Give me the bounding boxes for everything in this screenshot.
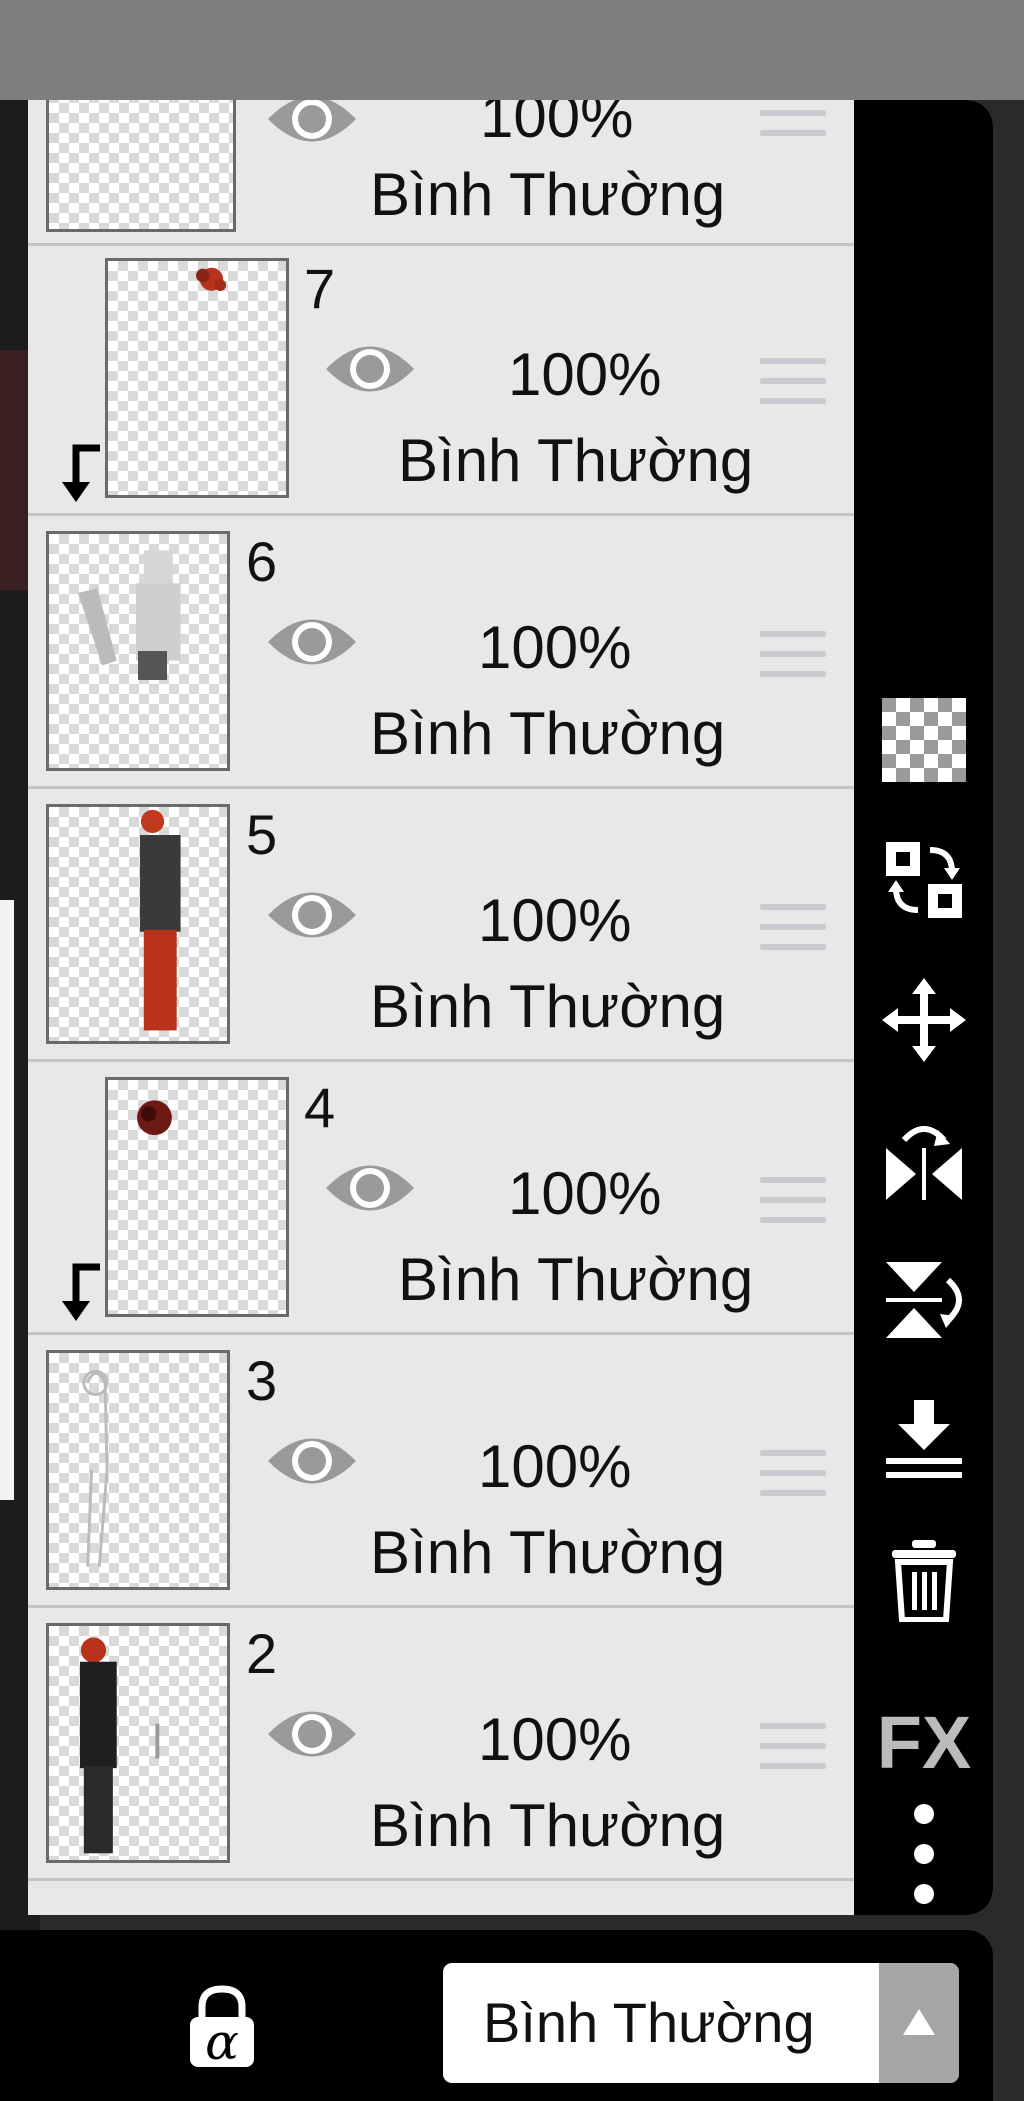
layer-opacity: 100% — [478, 614, 632, 681]
layer-blend-mode: Bình Thường — [370, 973, 726, 1040]
layer-number: 3 — [246, 1349, 278, 1412]
blend-mode-select[interactable]: Bình Thường — [440, 1960, 962, 2086]
drag-handle-icon[interactable] — [760, 110, 826, 166]
layer-toolbar: FX — [854, 100, 993, 1915]
layer-blend-mode: Bình Thường — [398, 427, 754, 494]
layer-row-2[interactable]: 2 100% Bình Thường — [28, 1611, 854, 1881]
layer-row-7[interactable]: 7 100% Bình Thường — [28, 246, 854, 516]
layer-number: 6 — [246, 530, 278, 593]
clipping-arrow-icon — [62, 1263, 100, 1321]
eye-icon[interactable] — [264, 1699, 360, 1769]
clipping-arrow-icon — [62, 444, 100, 502]
layer-blend-mode: Bình Thường — [370, 1792, 726, 1859]
layer-row-4[interactable]: 4 100% Bình Thường — [28, 1065, 854, 1335]
trash-icon[interactable] — [882, 1538, 966, 1623]
drag-handle-icon[interactable] — [760, 1723, 826, 1779]
drag-handle-icon[interactable] — [760, 1450, 826, 1506]
drag-handle-icon[interactable] — [760, 631, 826, 687]
layer-thumbnail[interactable] — [105, 1077, 289, 1317]
drag-handle-icon[interactable] — [760, 1177, 826, 1233]
layer-opacity: 100% — [480, 100, 634, 150]
layer-thumbnail[interactable] — [105, 258, 289, 498]
blend-mode-value: Bình Thường — [483, 1991, 815, 2054]
top-bar — [0, 0, 1024, 100]
alpha-lock-button[interactable]: α — [186, 1985, 258, 2071]
fx-icon[interactable]: FX — [872, 1700, 976, 1785]
layer-opacity: 100% — [478, 887, 632, 954]
layer-number: 2 — [246, 1622, 278, 1685]
more-options-icon[interactable] — [896, 1800, 952, 1910]
alpha-lock-symbol: α — [205, 2013, 239, 2071]
layer-opacity: 100% — [508, 341, 662, 408]
layer-row-6[interactable]: 6 100% Bình Thường — [28, 519, 854, 789]
layer-blend-mode: Bình Thường — [398, 1246, 754, 1313]
layer-blend-mode: Bình Thường — [370, 161, 726, 228]
eye-icon[interactable] — [264, 880, 360, 950]
layer-opacity: 100% — [508, 1160, 662, 1227]
layer-number: 7 — [304, 257, 336, 320]
eye-icon[interactable] — [264, 1426, 360, 1496]
layer-thumbnail[interactable] — [46, 531, 230, 771]
layer-row-partial-bottom[interactable] — [28, 1888, 854, 1915]
flip-horizontal-icon[interactable] — [882, 1118, 966, 1202]
layer-list[interactable]: 100% Bình Thường 7 100% Bình Thường 6 10… — [28, 100, 854, 1915]
layer-opacity: 100% — [478, 1706, 632, 1773]
move-icon[interactable] — [882, 978, 966, 1062]
bottom-bar: α Bình Thường — [0, 1930, 993, 2101]
merge-down-icon[interactable] — [882, 1398, 966, 1482]
layer-blend-mode: Bình Thường — [370, 1519, 726, 1586]
eye-icon[interactable] — [264, 100, 360, 154]
eye-icon[interactable] — [322, 1153, 418, 1223]
layer-thumbnail[interactable] — [46, 1350, 230, 1590]
chevron-up-icon — [903, 2009, 935, 2035]
layer-thumbnail[interactable] — [46, 1623, 230, 1863]
layer-blend-mode: Bình Thường — [370, 700, 726, 767]
layer-row-3[interactable]: 3 100% Bình Thường — [28, 1338, 854, 1608]
layer-thumbnail[interactable] — [46, 100, 236, 232]
layer-row-5[interactable]: 5 100% Bình Thường — [28, 792, 854, 1062]
layer-thumbnail[interactable] — [46, 804, 230, 1044]
eye-icon[interactable] — [264, 607, 360, 677]
transparency-checker-icon[interactable] — [882, 698, 966, 782]
drag-handle-icon[interactable] — [760, 904, 826, 960]
layers-panel: 100% Bình Thường 7 100% Bình Thường 6 10… — [28, 100, 993, 1915]
eye-icon[interactable] — [322, 334, 418, 404]
drag-handle-icon[interactable] — [760, 358, 826, 414]
swap-layer-icon[interactable] — [882, 838, 966, 922]
layer-opacity: 100% — [478, 1433, 632, 1500]
layer-number: 4 — [304, 1076, 336, 1139]
layer-row-partial-top[interactable]: 100% Bình Thường — [28, 100, 854, 246]
layer-number: 5 — [246, 803, 278, 866]
blend-mode-dropdown-button[interactable] — [879, 1963, 959, 2083]
flip-vertical-icon[interactable] — [882, 1258, 966, 1342]
